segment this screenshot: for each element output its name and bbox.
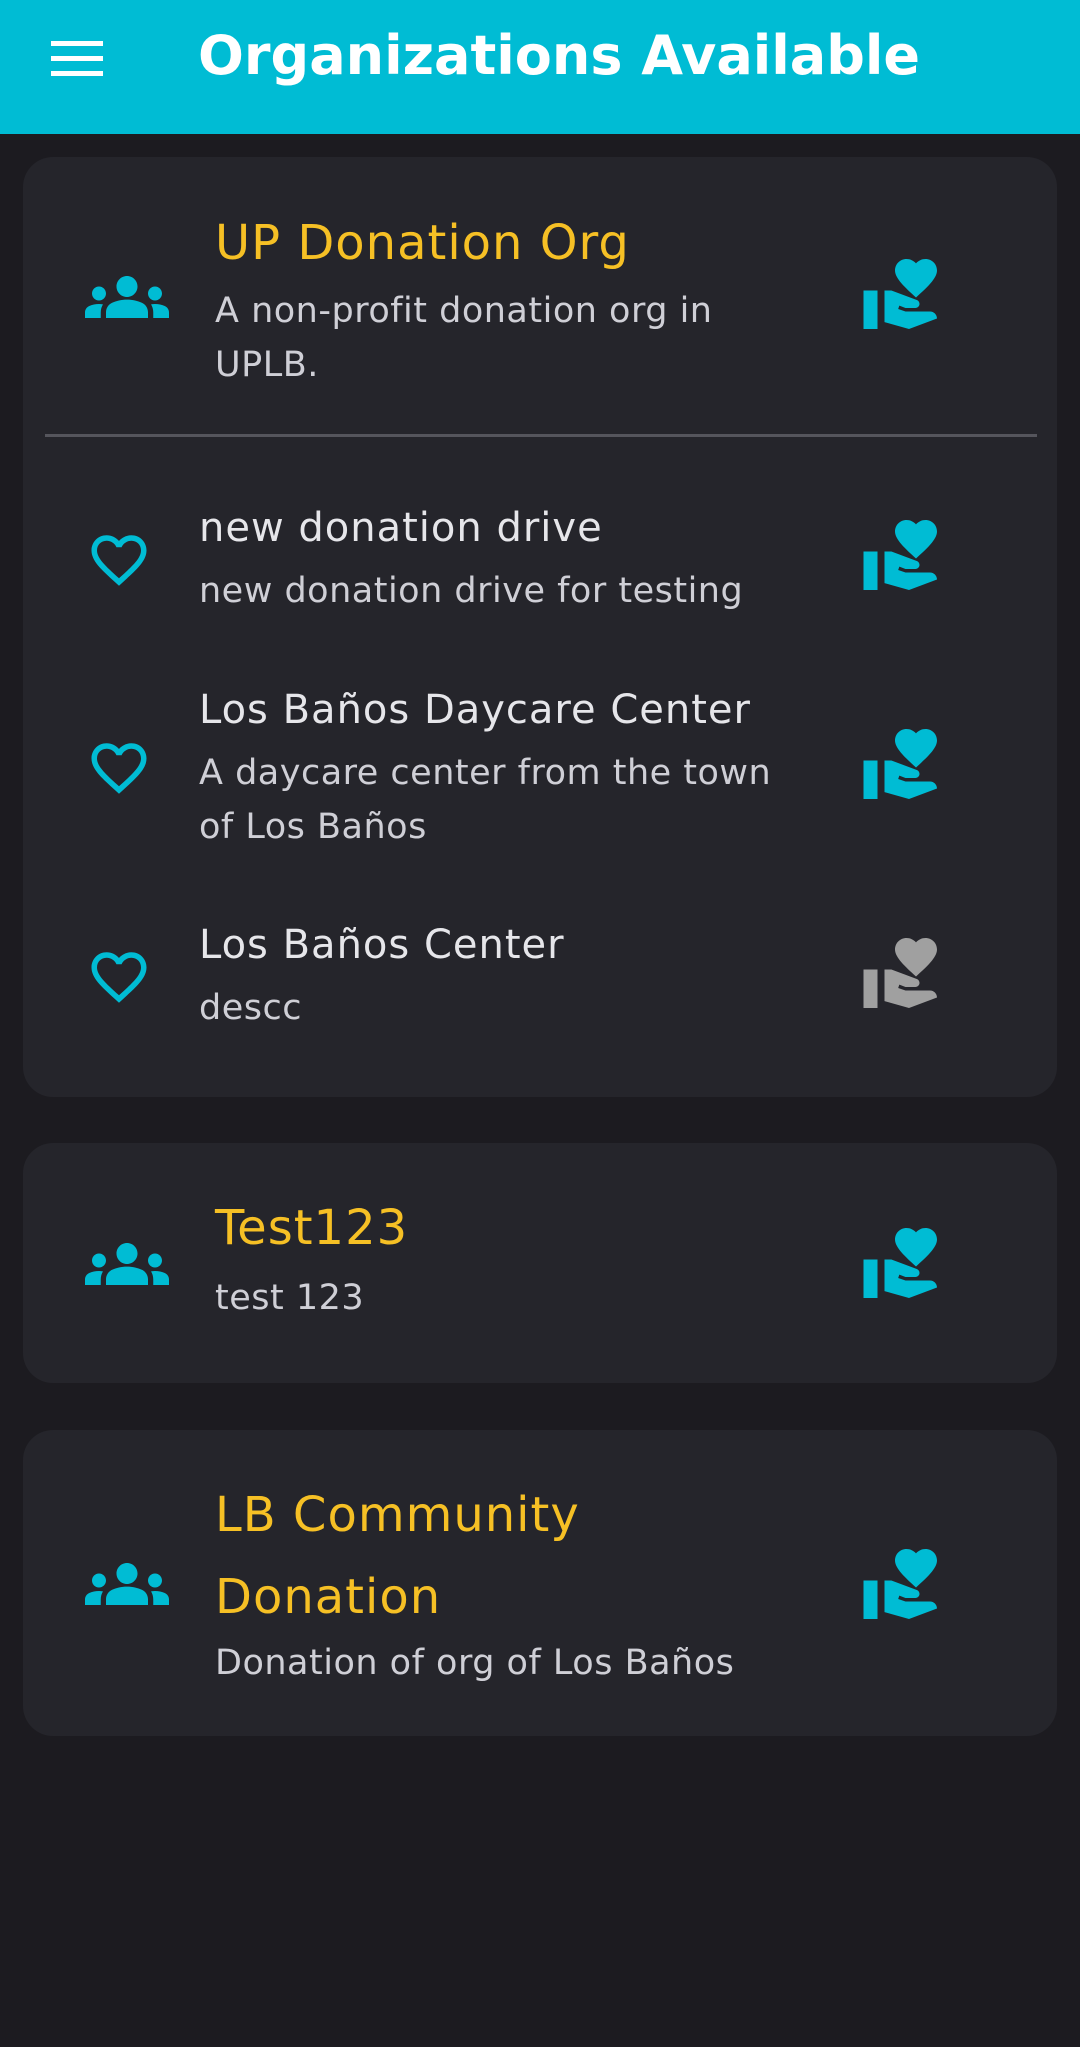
org-name: Test123 xyxy=(215,1200,409,1256)
group-icon xyxy=(85,255,169,339)
org-description: A non-profit donation org in UPLB. xyxy=(215,291,713,385)
drive-description: A daycare center from the town of Los Ba… xyxy=(199,753,772,847)
volunteer-hand-heart-icon[interactable] xyxy=(860,1542,944,1626)
org-name: LB Community Donation xyxy=(215,1487,580,1625)
group-icon xyxy=(85,1542,169,1626)
org-card: LB Community Donation Donation of org of… xyxy=(23,1430,1057,1736)
drive-description: descc xyxy=(199,988,302,1028)
drive-name: new donation drive xyxy=(199,505,603,551)
drive-name: Los Baños Center xyxy=(199,922,565,968)
heart-outline-icon xyxy=(86,944,152,1010)
divider xyxy=(45,434,1037,437)
volunteer-hand-heart-icon[interactable] xyxy=(860,513,944,597)
volunteer-hand-heart-icon[interactable] xyxy=(860,252,944,336)
org-description: test 123 xyxy=(215,1278,365,1318)
heart-outline-icon xyxy=(86,527,152,593)
menu-icon xyxy=(51,41,103,76)
drive-description: new donation drive for testing xyxy=(199,571,744,611)
app-bar: Organizations Available xyxy=(0,0,1080,134)
page-title: Organizations Available xyxy=(198,24,921,87)
menu-button[interactable] xyxy=(38,28,116,90)
volunteer-hand-heart-icon[interactable] xyxy=(860,722,944,806)
org-name: UP Donation Org xyxy=(215,215,630,271)
volunteer-hand-heart-icon[interactable] xyxy=(860,1221,944,1305)
org-card: UP Donation Org A non-profit donation or… xyxy=(23,157,1057,1097)
drive-name: Los Baños Daycare Center xyxy=(199,687,751,733)
volunteer-hand-heart-icon xyxy=(860,931,944,1015)
org-description: Donation of org of Los Baños xyxy=(215,1643,735,1683)
heart-outline-icon xyxy=(86,735,152,801)
org-card: Test123 test 123 xyxy=(23,1143,1057,1383)
group-icon xyxy=(85,1222,169,1306)
